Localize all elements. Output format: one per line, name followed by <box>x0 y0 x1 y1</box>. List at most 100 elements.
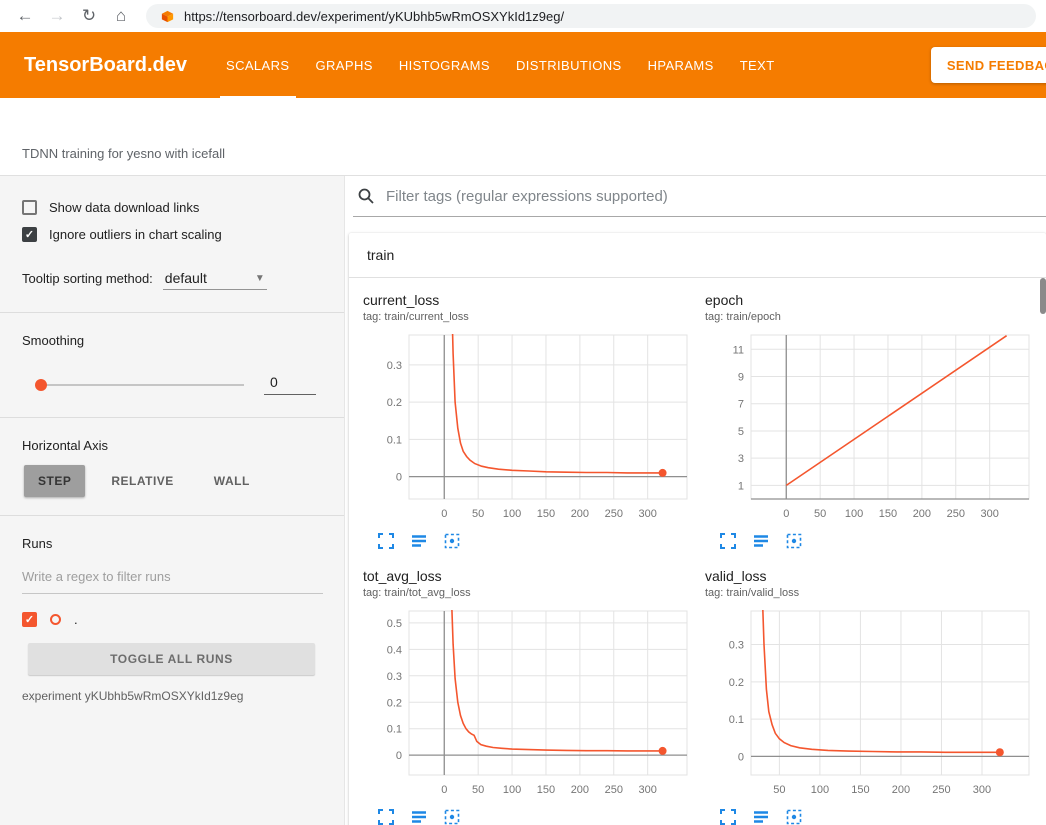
runs-label: Runs <box>0 536 344 551</box>
axis-relative-button[interactable]: RELATIVE <box>97 465 187 497</box>
tab-text[interactable]: TEXT <box>727 32 788 98</box>
fullscreen-icon[interactable] <box>377 532 395 550</box>
experiment-subheader: TDNN training for yesno with icefall <box>0 98 1046 176</box>
checkbox-unchecked-icon[interactable] <box>22 200 37 215</box>
tab-scalars[interactable]: SCALARS <box>213 32 303 98</box>
horizontal-axis-label: Horizontal Axis <box>0 438 344 453</box>
checkbox-checked-icon[interactable] <box>22 227 37 242</box>
chart-toolbar <box>705 808 1039 825</box>
line-chart-current-loss[interactable]: 05010015020025030000.10.20.3 <box>363 329 693 525</box>
toggle-all-runs-button[interactable]: TOGGLE ALL RUNS <box>28 643 315 675</box>
svg-text:0.2: 0.2 <box>387 397 402 409</box>
run-color-icon <box>50 614 61 625</box>
svg-text:300: 300 <box>638 508 656 520</box>
search-icon <box>357 187 375 205</box>
svg-text:0.3: 0.3 <box>387 360 402 372</box>
tag-filter-input[interactable] <box>386 188 1042 205</box>
svg-text:200: 200 <box>892 784 910 796</box>
tooltip-sorting-row: Tooltip sorting method: default ▼ <box>0 270 344 290</box>
train-tag-group-card: train current_loss tag: train/current_lo… <box>349 233 1046 825</box>
show-download-links-row[interactable]: Show data download links <box>0 194 344 221</box>
ignore-outliers-label: Ignore outliers in chart scaling <box>49 227 222 242</box>
brand-logo[interactable]: TensorBoard.dev <box>0 32 213 98</box>
svg-text:0: 0 <box>396 750 402 762</box>
run-checkbox-icon[interactable] <box>22 612 37 627</box>
back-arrow-icon[interactable]: ← <box>10 2 40 30</box>
reload-icon[interactable]: ↻ <box>74 2 104 30</box>
svg-text:100: 100 <box>503 508 521 520</box>
chart-toolbar <box>363 532 697 550</box>
chart-toolbar <box>705 532 1039 550</box>
svg-text:150: 150 <box>851 784 869 796</box>
tag-group-header[interactable]: train <box>349 233 1046 278</box>
show-download-links-label: Show data download links <box>49 200 199 215</box>
chevron-down-icon: ▼ <box>255 273 265 284</box>
chart-tag: tag: train/tot_avg_loss <box>363 587 697 599</box>
svg-text:250: 250 <box>932 784 950 796</box>
chart-tag: tag: train/current_loss <box>363 311 697 323</box>
address-bar[interactable]: https://tensorboard.dev/experiment/yKUbh… <box>146 4 1036 28</box>
chart-card-tot-avg-loss: tot_avg_loss tag: train/tot_avg_loss 050… <box>363 568 697 825</box>
settings-sidebar: Show data download links Ignore outliers… <box>0 176 345 825</box>
tab-distributions[interactable]: DISTRIBUTIONS <box>503 32 635 98</box>
run-name: . <box>74 612 78 627</box>
svg-text:0.2: 0.2 <box>729 677 744 689</box>
runs-list-icon[interactable] <box>752 532 770 550</box>
home-icon[interactable]: ⌂ <box>106 2 136 30</box>
runs-filter-input[interactable] <box>22 565 323 594</box>
axis-wall-button[interactable]: WALL <box>200 465 264 497</box>
divider <box>0 312 344 313</box>
fit-domain-icon[interactable] <box>443 808 461 825</box>
svg-text:0.1: 0.1 <box>729 714 744 726</box>
tab-histograms[interactable]: HISTOGRAMS <box>386 32 503 98</box>
svg-text:0: 0 <box>441 508 447 520</box>
smoothing-value-input[interactable]: 0 <box>264 374 316 395</box>
svg-text:50: 50 <box>814 508 826 520</box>
run-row[interactable]: . <box>0 612 344 627</box>
divider <box>0 515 344 516</box>
chart-title: valid_loss <box>705 568 1039 584</box>
tab-graphs[interactable]: GRAPHS <box>303 32 386 98</box>
url-text: https://tensorboard.dev/experiment/yKUbh… <box>184 9 564 24</box>
svg-text:200: 200 <box>913 508 931 520</box>
fullscreen-icon[interactable] <box>377 808 395 825</box>
svg-text:150: 150 <box>537 508 555 520</box>
scrollbar-thumb[interactable] <box>1040 278 1046 314</box>
svg-text:0.1: 0.1 <box>387 724 402 736</box>
tooltip-sorting-select[interactable]: default ▼ <box>163 270 267 290</box>
fit-domain-icon[interactable] <box>443 532 461 550</box>
send-feedback-button[interactable]: SEND FEEDBACK <box>931 47 1046 83</box>
chart-title: current_loss <box>363 292 697 308</box>
runs-list-icon[interactable] <box>752 808 770 825</box>
svg-text:0: 0 <box>738 751 744 763</box>
svg-text:300: 300 <box>980 508 998 520</box>
svg-text:7: 7 <box>738 399 744 411</box>
svg-text:50: 50 <box>472 508 484 520</box>
fullscreen-icon[interactable] <box>719 808 737 825</box>
ignore-outliers-row[interactable]: Ignore outliers in chart scaling <box>0 221 344 248</box>
content: Show data download links Ignore outliers… <box>0 176 1046 825</box>
fit-domain-icon[interactable] <box>785 532 803 550</box>
fit-domain-icon[interactable] <box>785 808 803 825</box>
smoothing-slider-thumb[interactable] <box>35 379 47 391</box>
svg-text:100: 100 <box>503 784 521 796</box>
line-chart-valid-loss[interactable]: 5010015020025030000.10.20.3 <box>705 605 1035 801</box>
tab-hparams[interactable]: HPARAMS <box>635 32 727 98</box>
axis-step-button[interactable]: STEP <box>24 465 85 497</box>
svg-text:250: 250 <box>605 784 623 796</box>
forward-arrow-icon[interactable]: → <box>42 2 72 30</box>
svg-text:0.1: 0.1 <box>387 434 402 446</box>
chart-card-valid-loss: valid_loss tag: train/valid_loss 5010015… <box>705 568 1039 825</box>
smoothing-slider[interactable] <box>38 384 244 386</box>
line-chart-epoch[interactable]: 0501001502002503001357911 <box>705 329 1035 525</box>
fullscreen-icon[interactable] <box>719 532 737 550</box>
runs-list-icon[interactable] <box>410 532 428 550</box>
svg-text:250: 250 <box>605 508 623 520</box>
svg-text:100: 100 <box>811 784 829 796</box>
experiment-caption: experiment yKUbhb5wRmOSXYkId1z9eg <box>22 689 322 703</box>
runs-list-icon[interactable] <box>410 808 428 825</box>
line-chart-tot-avg-loss[interactable]: 05010015020025030000.10.20.30.40.5 <box>363 605 693 801</box>
svg-text:100: 100 <box>845 508 863 520</box>
tensorboard-favicon <box>160 9 175 24</box>
svg-text:0: 0 <box>441 784 447 796</box>
